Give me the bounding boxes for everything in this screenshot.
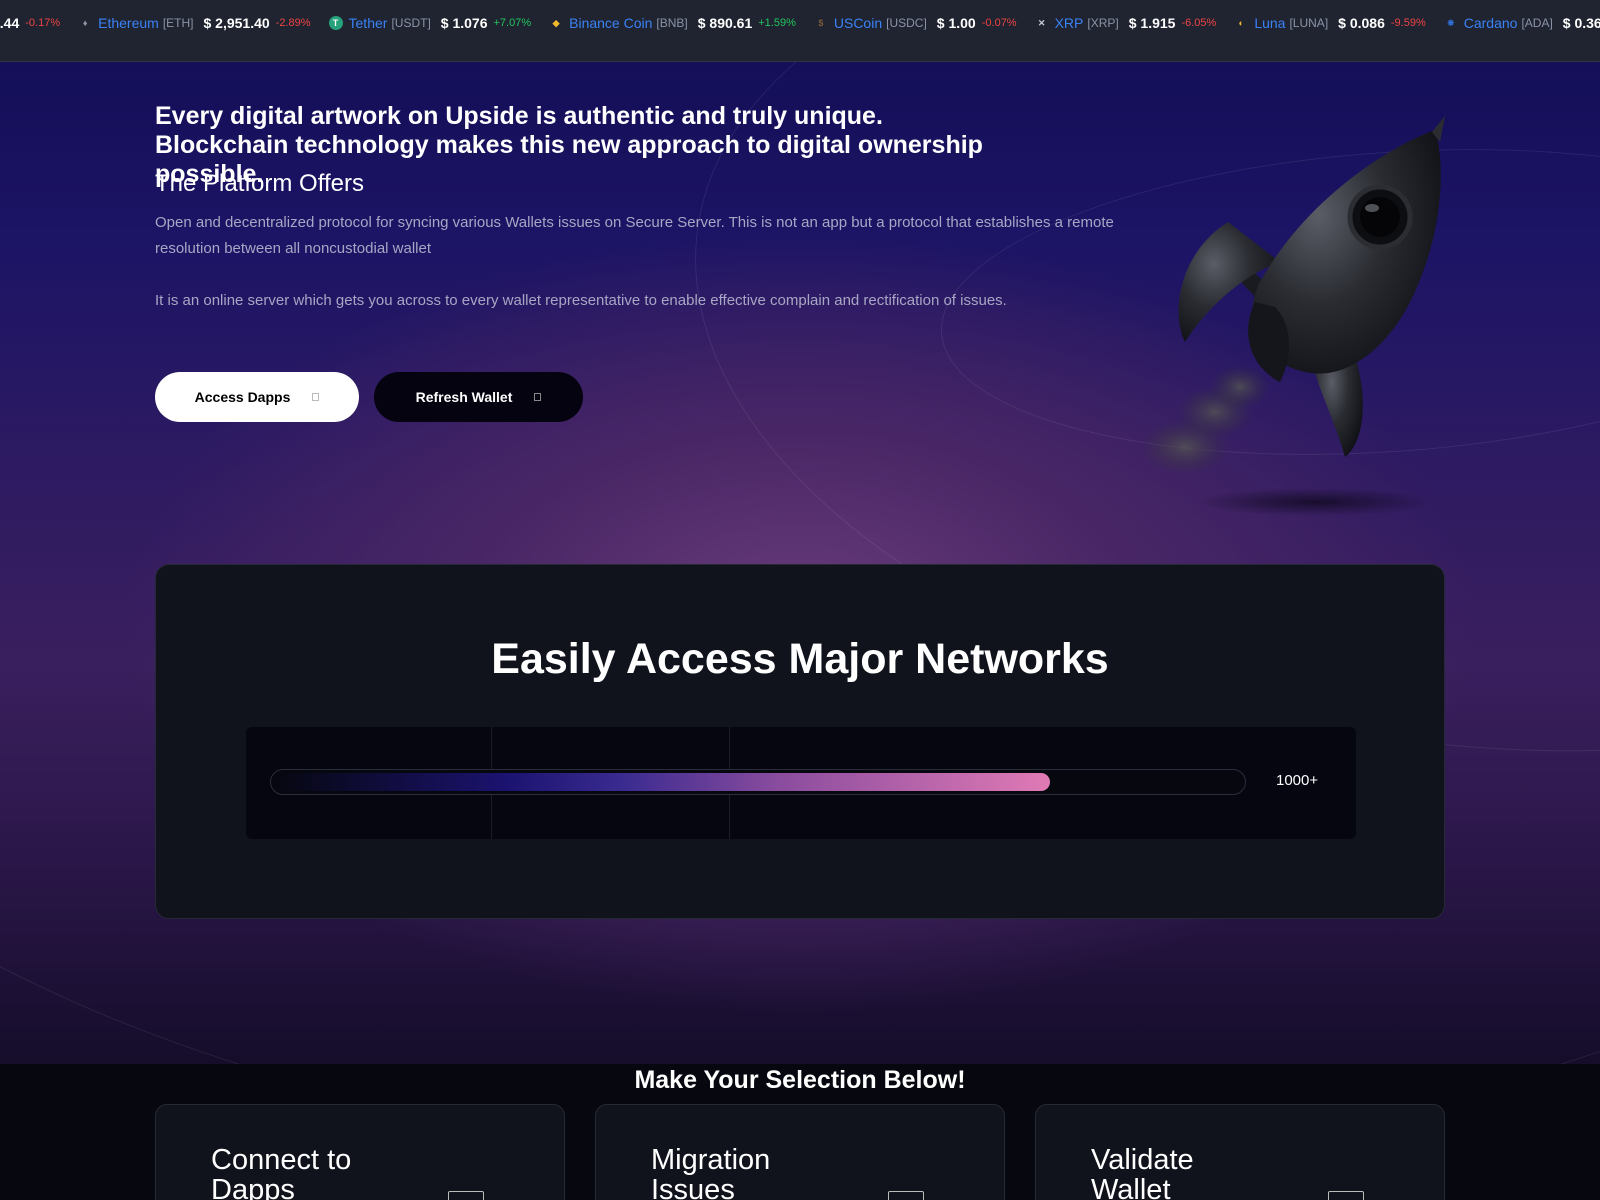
- ticker-item[interactable]: ◐ Luna [LUNA] $ 0.086 -9.59%: [1234, 15, 1426, 31]
- ticker-item[interactable]: ♦ Ethereum [ETH] $ 2,951.40 -2.89%: [78, 15, 311, 31]
- ticker-change: +7.07%: [493, 17, 532, 29]
- uscoin-icon: $: [818, 18, 824, 28]
- ticker-coin-name: Cardano: [1463, 15, 1518, 31]
- option-card-connect-dapps[interactable]: Connect to Dapps: [155, 1104, 565, 1200]
- platform-description-secondary: It is an online server which gets you ac…: [155, 292, 1007, 309]
- networks-count: 1000+: [1276, 772, 1319, 789]
- ethereum-icon: ♦: [82, 18, 88, 28]
- networks-card: Easily Access Major Networks 1000+: [155, 564, 1445, 919]
- selection-title: Make Your Selection Below!: [634, 1066, 966, 1094]
- ticker-coin-symbol: [ADA]: [1521, 16, 1553, 30]
- arrow-icon: [1328, 1191, 1364, 1200]
- hero-section: Every digital artwork on Upside is authe…: [0, 62, 1600, 1064]
- ticker-price: $ 1.00: [936, 15, 976, 31]
- ticker-item[interactable]: $ USCoin [USDC] $ 1.00 -0.07%: [814, 15, 1017, 31]
- ticker-change: +1.59%: [758, 17, 796, 29]
- cardano-icon: ✵: [1446, 18, 1455, 28]
- ticker-track: 0.44 -0.17% ♦ Ethereum[ETH] $ 2,951.40 -2.89%…: [0, 14, 1600, 32]
- networks-progress-bar: [270, 769, 1246, 795]
- ticker-price: $ 0.36: [1562, 15, 1600, 31]
- access-dapps-button[interactable]: Access Dapps: [155, 372, 359, 422]
- ticker-price: $ 0.086: [1338, 15, 1385, 31]
- tether-icon: T: [328, 16, 343, 30]
- ticker-coin-symbol: [BNB]: [656, 16, 688, 30]
- ticker-price: 0.44: [0, 15, 20, 31]
- ticker-coin-symbol: [USDC]: [886, 16, 927, 30]
- ticker-change: -6.05%: [1181, 17, 1217, 29]
- ticker-coin-symbol: [ETH]: [162, 16, 194, 30]
- ticker-price: $ 890.61: [697, 15, 753, 31]
- ticker-coin-name: XRP: [1054, 15, 1084, 31]
- ticker-change: -0.07%: [981, 17, 1017, 29]
- option-label: Validate Wallet: [1091, 1144, 1194, 1200]
- ticker-item[interactable]: ✕ XRP [XRP] $ 1.915 -6.05%: [1035, 15, 1217, 31]
- ticker-price: $ 1.076: [440, 15, 488, 31]
- xrp-icon: ✕: [1037, 18, 1046, 28]
- ticker-coin-symbol: [XRP]: [1087, 16, 1119, 30]
- luna-icon: ◐: [1238, 18, 1245, 28]
- ticker-change: -9.59%: [1390, 17, 1426, 29]
- networks-progress-fill: [274, 773, 1050, 791]
- ticker-coin-name: Ethereum: [98, 15, 159, 31]
- refresh-wallet-button[interactable]: Refresh Wallet: [374, 372, 583, 422]
- ticker-item[interactable]: 0.44 -0.17%: [0, 15, 60, 31]
- platform-description: Open and decentralized protocol for sync…: [155, 214, 1114, 257]
- platform-title: The Platform Offers: [155, 170, 364, 197]
- arrow-icon: [888, 1191, 924, 1200]
- ticker-change: -0.17%: [25, 17, 61, 29]
- ticker-coin-symbol: [USDT]: [391, 16, 431, 30]
- ticker-price: $ 1.915: [1128, 15, 1176, 31]
- crypto-ticker: 0.44 -0.17% ♦ Ethereum[ETH] $ 2,951.40 -2.89%…: [0, 0, 1600, 62]
- option-label: Migration Issues: [651, 1144, 771, 1200]
- networks-panel: 1000+: [246, 727, 1356, 839]
- option-label: Connect to Dapps: [211, 1144, 352, 1200]
- ticker-price: $ 2,951.40: [203, 15, 270, 31]
- networks-title: Easily Access Major Networks: [491, 635, 1109, 683]
- selection-section: Make Your Selection Below! Connect to Da…: [0, 1064, 1600, 1200]
- ticker-coin-symbol: [LUNA]: [1289, 16, 1329, 30]
- arrow-icon: [448, 1191, 484, 1200]
- ticker-item[interactable]: T Tether [USDT] $ 1.076 +7.07%: [328, 15, 532, 31]
- option-card-migration-issues[interactable]: Migration Issues: [595, 1104, 1005, 1200]
- option-card-validate-wallet[interactable]: Validate Wallet: [1035, 1104, 1445, 1200]
- ticker-item[interactable]: ◆ Binance Coin [BNB] $ 890.61 +1.59%: [549, 15, 796, 31]
- access-dapps-label: Access Dapps: [194, 389, 291, 405]
- ticker-coin-name: Luna: [1254, 15, 1286, 31]
- ticker-coin-name: Binance Coin: [569, 15, 653, 31]
- refresh-wallet-label: Refresh Wallet: [415, 389, 513, 405]
- binance-icon: ◆: [552, 18, 560, 28]
- arrow-icon: [312, 393, 320, 401]
- ticker-coin-name: Tether: [348, 15, 388, 31]
- rocket-illustration: [1140, 116, 1445, 516]
- ticker-change: -2.89%: [275, 17, 311, 29]
- ticker-item[interactable]: ✵Cardano[ADA]$ 0.36-13: [1444, 15, 1600, 31]
- ticker-coin-name: USCoin: [833, 15, 883, 31]
- arrow-icon: [534, 393, 542, 401]
